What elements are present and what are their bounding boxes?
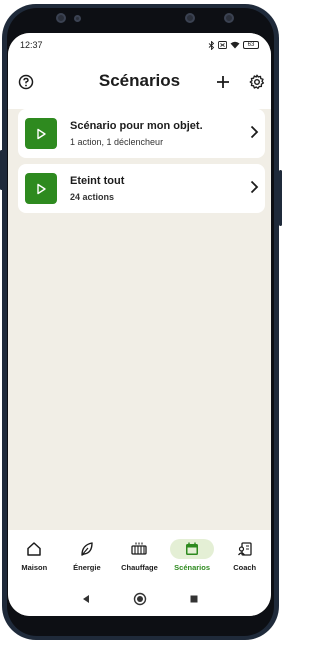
bluetooth-icon [208,40,215,50]
tab-label: Coach [233,563,257,572]
back-icon[interactable] [81,594,91,604]
scenario-card[interactable]: Scénario pour mon objet. 1 action, 1 déc… [18,109,265,158]
app-header: Scénarios [8,57,271,109]
gear-icon[interactable] [246,71,268,93]
camera-dot [224,13,234,23]
leaf-icon [70,539,104,559]
app-screen: 12:37 63 Scénarios Scénario pour mon obj… [8,33,271,616]
camera-dot [74,15,81,22]
phone-device: 12:37 63 Scénarios Scénario pour mon obj… [0,0,283,648]
plus-icon[interactable] [212,71,234,93]
scenario-subtitle: 24 actions [70,192,115,202]
system-nav-bar [8,582,271,616]
scenario-card[interactable]: Eteint tout 24 actions [18,164,265,213]
tab-label: Scénarios [174,563,210,572]
camera-dot [185,13,195,23]
play-icon [37,183,46,194]
tab-scenarios[interactable]: Scénarios [166,530,219,582]
battery-icon: 63 [243,41,259,49]
tab-maison[interactable]: Maison [8,530,61,582]
recents-icon[interactable] [189,594,199,604]
tab-energie[interactable]: Énergie [61,530,114,582]
volume-button [0,150,3,190]
scenario-title: Eteint tout [70,175,125,187]
tab-label: Chauffage [121,563,158,572]
tab-label: Énergie [73,563,101,572]
calendar-icon [170,539,215,559]
tab-chauffage[interactable]: Chauffage [113,530,166,582]
camera-dot [56,13,66,23]
status-time: 12:37 [20,40,43,50]
scenario-list: Scénario pour mon objet. 1 action, 1 déc… [8,109,271,530]
radiator-icon [122,539,156,559]
tab-label: Maison [21,563,48,572]
play-button[interactable] [25,118,57,149]
house-icon [17,539,51,559]
scenario-subtitle: 1 action, 1 déclencheur [70,137,164,147]
status-icons: 63 [208,40,259,50]
status-bar: 12:37 63 [8,33,271,57]
home-icon[interactable] [133,592,147,606]
power-button [279,170,282,226]
scenario-title: Scénario pour mon objet. [70,120,203,132]
bottom-tab-bar: Maison Énergie Chauffage Scénarios Coach [8,530,271,582]
battery-level: 63 [247,42,255,48]
wifi-icon [230,41,240,49]
play-button[interactable] [25,173,57,204]
chevron-right-icon [249,180,259,199]
coach-icon [228,539,262,559]
play-icon [37,128,46,139]
chevron-right-icon [249,125,259,144]
tab-coach[interactable]: Coach [218,530,271,582]
notification-icon [218,41,227,49]
